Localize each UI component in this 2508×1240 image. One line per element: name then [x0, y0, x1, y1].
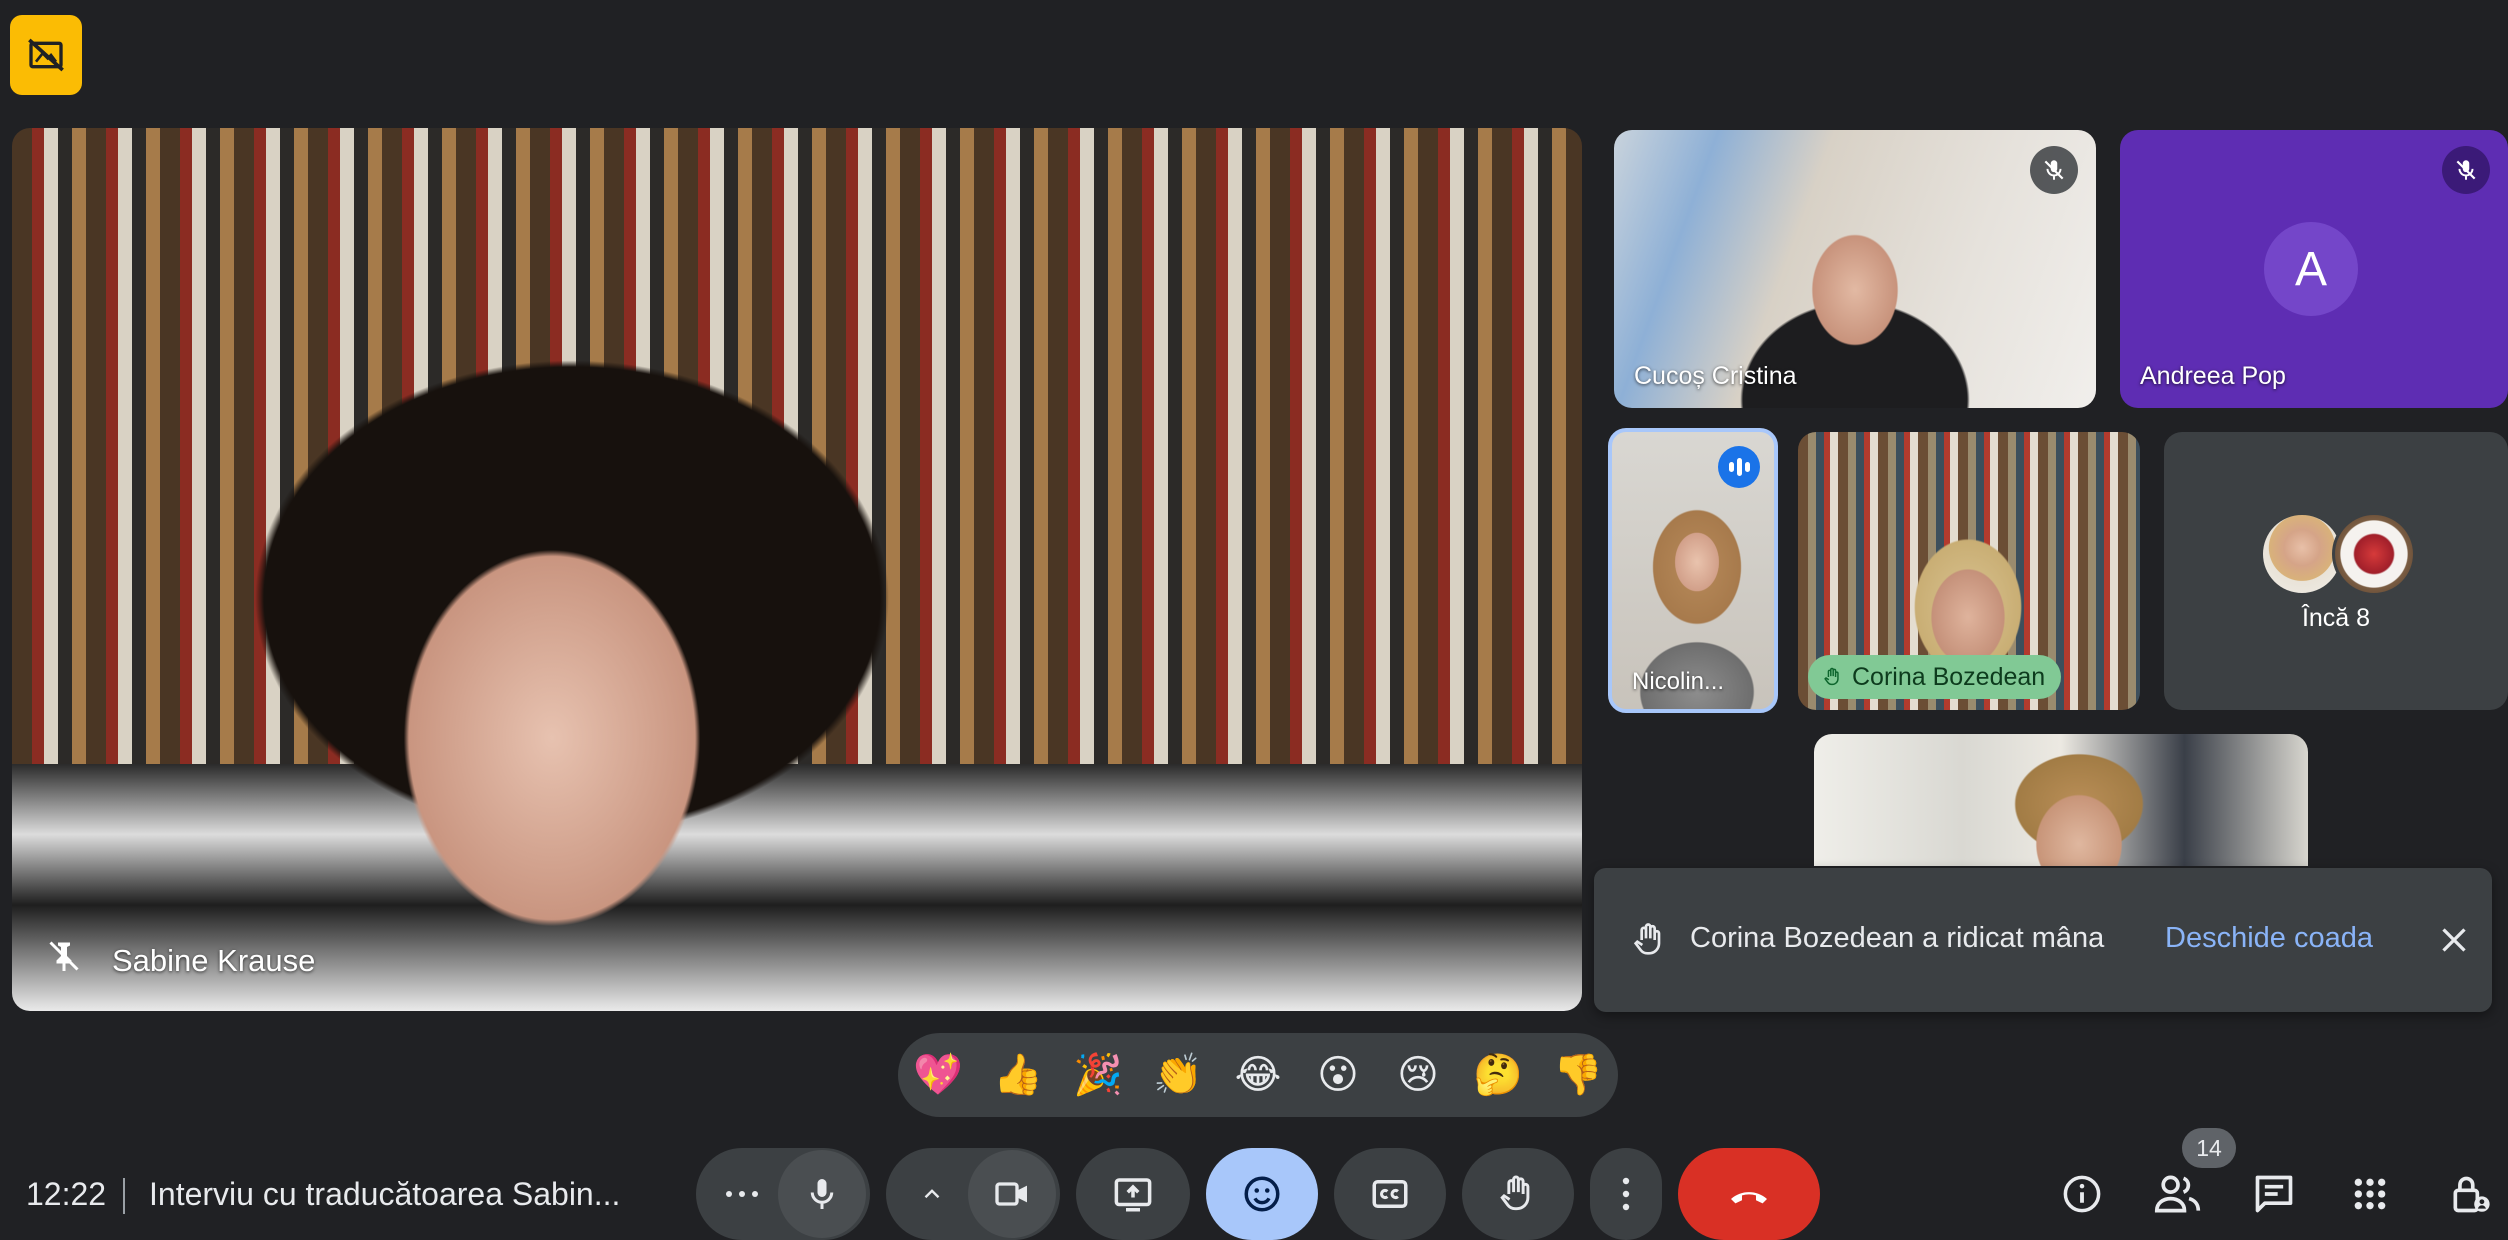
microphone-icon: [810, 1179, 834, 1209]
chat-button[interactable]: [2248, 1168, 2300, 1220]
audio-options-button[interactable]: [712, 1168, 772, 1220]
title-divider: [123, 1178, 125, 1214]
reaction-party[interactable]: 🎉: [1058, 1035, 1138, 1115]
participant-name: Cucoș Cristina: [1634, 362, 1797, 390]
leave-call-button[interactable]: [1678, 1148, 1820, 1240]
chevron-up-icon: [924, 1189, 940, 1199]
camera-icon: [995, 1182, 1027, 1206]
participant-tile-andreea-pop[interactable]: A Andreea Pop: [2120, 130, 2508, 408]
video-options-button[interactable]: [906, 1168, 958, 1220]
reaction-thumbs-down[interactable]: 👎: [1538, 1035, 1618, 1115]
camera-button[interactable]: [968, 1150, 1056, 1238]
reaction-surprised[interactable]: 😮: [1298, 1035, 1378, 1115]
reaction-cry[interactable]: 😢: [1378, 1035, 1458, 1115]
avatar: A: [2264, 222, 2358, 316]
participant-name: Andreea Pop: [2140, 362, 2286, 390]
participant-tile-nicolin[interactable]: Nicolin...: [1608, 428, 1778, 713]
participant-name: Nicolin...: [1632, 668, 1725, 695]
more-options-button[interactable]: [1590, 1148, 1662, 1240]
more-vertical-icon: [1622, 1177, 1630, 1211]
raised-hand-notification: Corina Bozedean a ridicat mâna Deschide …: [1594, 868, 2492, 1012]
name-chip: Corina Bozedean: [1808, 655, 2062, 699]
pin-off-icon[interactable]: [46, 938, 82, 974]
raise-hand-button[interactable]: [1462, 1148, 1574, 1240]
captions-icon: [1372, 1180, 1408, 1208]
meeting-details-button[interactable]: [2056, 1168, 2108, 1220]
main-speaker-name: Sabine Krause: [112, 943, 316, 978]
lock-person-icon: [2453, 1176, 2490, 1213]
participant-tile-cucos-cristina[interactable]: Cucoș Cristina: [1614, 130, 2096, 408]
captions-button[interactable]: [1334, 1148, 1446, 1240]
muted-mic-icon: [2030, 146, 2078, 194]
raised-hand-icon: [1500, 1175, 1530, 1211]
raised-hand-icon: [1633, 923, 1661, 955]
reactions-button[interactable]: [1206, 1148, 1318, 1240]
reaction-thumbs-up[interactable]: 👍: [978, 1035, 1058, 1115]
present-screen-icon: [1114, 1178, 1152, 1212]
main-speaker-tile[interactable]: Sabine Krause: [12, 128, 1582, 1011]
activities-button[interactable]: [2344, 1168, 2396, 1220]
hang-up-icon: [1731, 1192, 1767, 1204]
notification-message: Corina Bozedean a ridicat mâna: [1690, 922, 2105, 954]
muted-mic-icon: [2442, 146, 2490, 194]
raised-hand-icon: [1824, 667, 1839, 686]
people-count: 14: [2196, 1134, 2222, 1161]
participant-tile-partial[interactable]: [1814, 734, 2308, 866]
people-button[interactable]: [2152, 1168, 2204, 1220]
meeting-title: Interviu cu traducătoarea Sabin...: [149, 1176, 621, 1212]
participant-tile-corina-bozedean[interactable]: Corina Bozedean: [1798, 432, 2140, 710]
microphone-button[interactable]: [778, 1150, 866, 1238]
background-effects-badge[interactable]: [10, 15, 82, 95]
clock: 12:22: [26, 1176, 107, 1212]
participant-name: Corina Bozedean: [1852, 662, 2046, 691]
avatar: [2332, 512, 2416, 596]
chat-icon: [2255, 1175, 2293, 1213]
reaction-laugh[interactable]: 😂: [1218, 1035, 1298, 1115]
host-controls-button[interactable]: [2444, 1168, 2496, 1220]
reaction-thinking[interactable]: 🤔: [1458, 1035, 1538, 1115]
avatar-initial: A: [2294, 242, 2327, 296]
reaction-clap[interactable]: 👏: [1138, 1035, 1218, 1115]
participant-tile-more[interactable]: Încă 8: [2164, 432, 2508, 710]
apps-grid-icon: [2354, 1178, 2386, 1210]
no-background-icon: [28, 38, 64, 72]
present-screen-button[interactable]: [1076, 1148, 1190, 1240]
close-icon[interactable]: [2436, 922, 2472, 958]
emoji-icon: [1244, 1176, 1280, 1212]
open-queue-link[interactable]: Deschide coada: [2165, 922, 2373, 955]
info-icon: [2063, 1175, 2101, 1213]
people-icon: [2154, 1175, 2201, 1213]
speaking-indicator: [1718, 446, 1760, 488]
people-count-badge: 14: [2182, 1128, 2236, 1168]
more-participants-label: Încă 8: [2301, 604, 2371, 632]
reaction-heart[interactable]: 💖: [898, 1035, 978, 1115]
more-horizontal-icon: [726, 1191, 758, 1197]
